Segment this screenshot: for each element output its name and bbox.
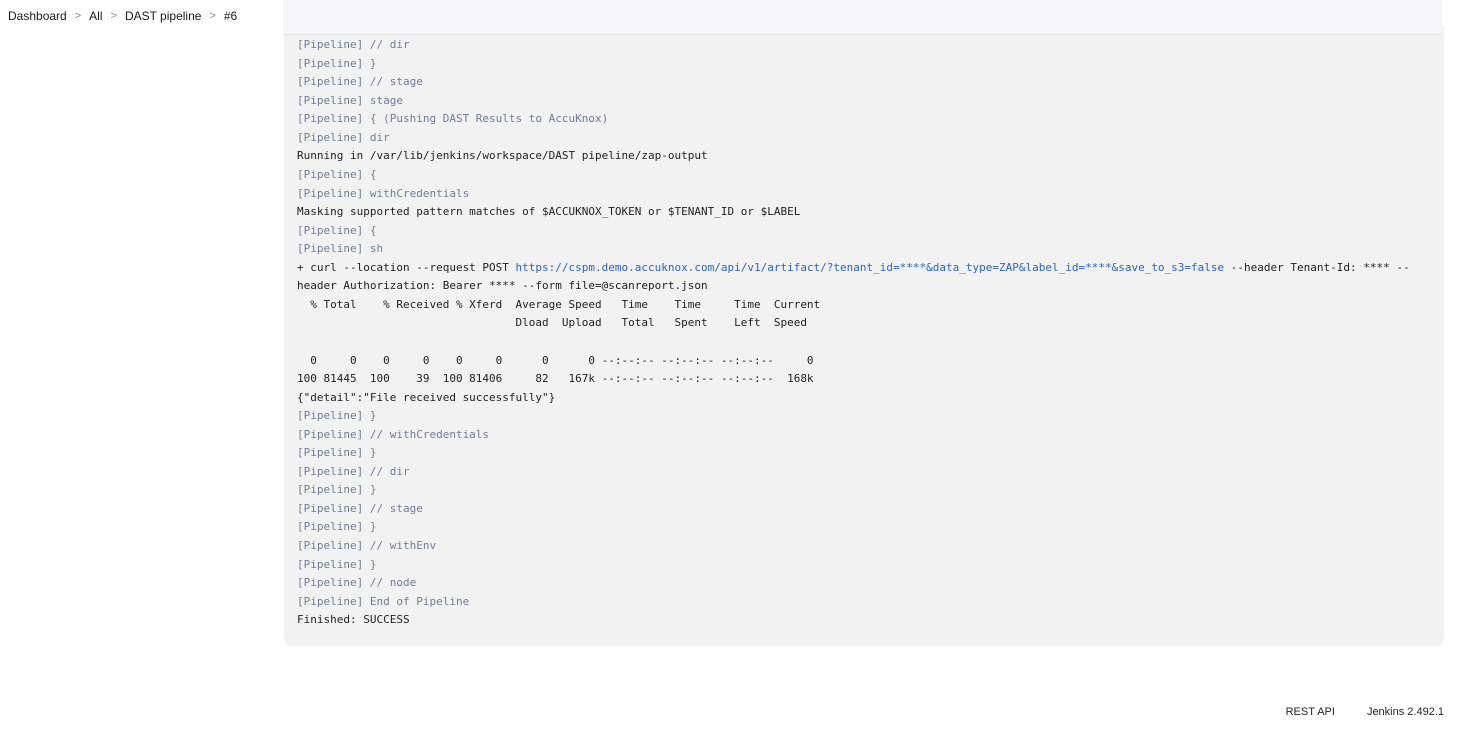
breadcrumb-separator-icon: > [110, 10, 117, 22]
console-line: {"detail":"File received successfully"} [297, 390, 556, 404]
console-line: [Pipeline] { (Pushing DAST Results to Ac… [297, 112, 609, 126]
console-line: 100 81445 100 39 100 81406 82 167k --:--… [297, 372, 814, 386]
console-line: [Pipeline] // node [297, 576, 417, 590]
console-text: [Pipeline] } [Pipeline] // dir [Pipeline] … [297, 26, 1432, 630]
breadcrumb: Dashboard > All > DAST pipeline > #6 [8, 9, 237, 23]
console-line: [Pipeline] } [297, 409, 377, 423]
console-line: [Pipeline] // withEnv [297, 538, 437, 552]
console-line: [Pipeline] { [297, 223, 377, 237]
console-line: [Pipeline] } [297, 520, 377, 534]
footer: REST API Jenkins 2.492.1 [1286, 706, 1444, 718]
breadcrumb-bar-background [283, 0, 1442, 34]
console-line: [Pipeline] // stage [297, 501, 423, 515]
breadcrumb-separator-icon: > [74, 10, 82, 22]
artifact-url-link[interactable]: https://cspm.demo.accuknox.com/api/v1/ar… [516, 261, 1225, 274]
console-line: [Pipeline] End of Pipeline [297, 594, 470, 608]
breadcrumb-dashboard[interactable]: Dashboard [8, 9, 67, 23]
console-line: [Pipeline] // stage [297, 75, 423, 89]
console-line: Running in /var/lib/jenkins/workspace/DA… [297, 149, 708, 163]
console-line: header Authorization: Bearer **** --form… [297, 279, 708, 293]
console-line: [Pipeline] // dir [297, 464, 410, 478]
console-line: 0 0 0 0 0 0 0 0 --:--:-- --:--:-- --:--:… [297, 353, 814, 367]
curl-command-prefix: + curl --location --request POST [297, 260, 516, 274]
console-line: [Pipeline] } [297, 483, 377, 497]
console-line: [Pipeline] // withCredentials [297, 427, 490, 441]
console-line: [Pipeline] stage [297, 93, 403, 107]
breadcrumb-separator-icon: > [209, 10, 216, 22]
console-line: [Pipeline] } [297, 56, 377, 70]
console-output: [Pipeline] } [Pipeline] // dir [Pipeline] … [284, 26, 1444, 646]
curl-command-suffix: --header Tenant-Id: **** -- [1224, 260, 1410, 274]
console-line: [Pipeline] // dir [297, 38, 410, 52]
console-line: [Pipeline] } [297, 557, 377, 571]
console-line: [Pipeline] sh [297, 242, 384, 256]
console-line: [Pipeline] { [297, 168, 377, 182]
console-line: + curl --location --request POST https:/… [297, 259, 1432, 278]
breadcrumb-dast-pipeline[interactable]: DAST pipeline [125, 9, 202, 23]
breadcrumb-build-number[interactable]: #6 [224, 9, 237, 23]
console-line: [Pipeline] withCredentials [297, 186, 470, 200]
jenkins-version-link[interactable]: Jenkins 2.492.1 [1367, 706, 1444, 718]
console-line: Masking supported pattern matches of $AC… [297, 205, 801, 219]
console-line: % Total % Received % Xferd Average Speed… [297, 297, 821, 311]
breadcrumb-all[interactable]: All [89, 9, 102, 23]
console-line: Finished: SUCCESS [297, 613, 410, 627]
rest-api-link[interactable]: REST API [1286, 706, 1335, 718]
breadcrumb-bar: Dashboard > All > DAST pipeline > #6 [0, 0, 1442, 34]
console-line: [Pipeline] } [297, 446, 377, 460]
console-line: Dload Upload Total Spent Left Speed [297, 316, 807, 330]
console-line: [Pipeline] dir [297, 130, 390, 144]
